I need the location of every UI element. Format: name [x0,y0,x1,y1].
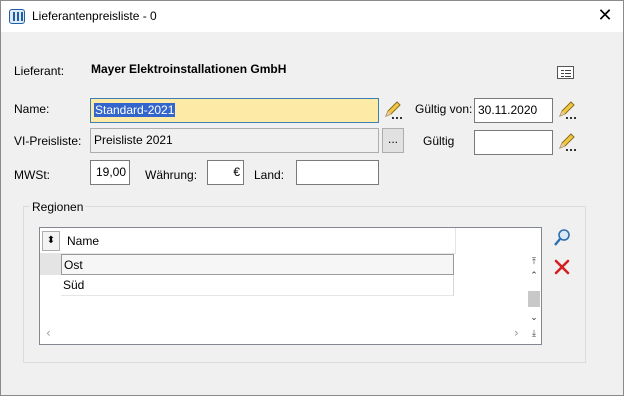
currency-label: Währung: [145,168,198,182]
scroll-left-icon[interactable]: ‹ [46,326,51,340]
country-input[interactable] [296,160,379,185]
valid-from-label: Gültig von: [415,102,473,116]
valid-to-label: Gültig [423,134,455,148]
vat-input[interactable]: 19,00 [90,160,130,185]
scroll-bottom-icon[interactable]: ⤓ [526,326,541,342]
table-row[interactable]: Ost [40,254,454,275]
currency-input[interactable]: € [207,160,244,185]
search-icon[interactable] [552,228,572,248]
window-title: Lieferantenpreisliste - 0 [32,9,157,23]
title-bar[interactable]: Lieferantenpreisliste - 0 ✕ [1,1,623,32]
pricelist-input[interactable]: Preisliste 2021 [90,128,379,153]
pricelist-label: VI-Preisliste: [14,134,82,148]
country-label: Land: [254,168,285,182]
pricelist-browse-button[interactable]: ... [382,128,404,153]
dialog-window: Lieferantenpreisliste - 0 ✕ Lieferant: M… [0,0,624,396]
name-input[interactable]: Standard-2021 [90,98,379,123]
name-label: Name: [14,102,50,116]
valid-to-input[interactable] [474,130,553,155]
row-selector[interactable] [40,275,61,296]
row-selector[interactable] [40,254,61,275]
grid-header: ⬍ Name [40,228,456,254]
scroll-right-icon[interactable]: › [514,326,519,340]
supplier-label: Lieferant: [14,64,65,78]
scroll-thumb[interactable] [528,291,540,307]
table-cell[interactable]: Ost [61,254,454,275]
regions-group-title: Regionen [30,200,86,214]
regions-grid[interactable]: ⬍ Name Ost Süd ⤒ ⌃ ⌄ ⤓ ‹ › [39,227,542,345]
pencil-edit-icon[interactable] [383,100,403,120]
table-cell[interactable]: Süd [61,275,454,296]
close-button[interactable]: ✕ [595,6,615,26]
scroll-up-icon[interactable]: ⌃ [526,268,541,284]
vat-label: MWSt: [14,168,50,182]
valid-from-input[interactable]: 30.11.2020 [474,98,553,123]
app-icon [9,9,25,24]
supplier-value: Mayer Elektroinstallationen GmbH [91,62,287,76]
delete-icon[interactable] [552,257,572,277]
pencil-edit-icon[interactable] [557,132,577,152]
scroll-down-icon[interactable]: ⌄ [526,310,541,326]
vertical-scrollbar[interactable]: ⤒ ⌃ ⌄ ⤓ [526,254,541,344]
card-view-icon[interactable] [557,66,574,79]
name-input-value: Standard-2021 [94,103,176,117]
table-row[interactable]: Süd [40,275,454,296]
pencil-edit-icon[interactable] [557,100,577,120]
column-header-name[interactable]: Name [62,228,456,254]
sort-icon[interactable]: ⬍ [42,231,60,251]
horizontal-scrollbar[interactable]: ‹ › [40,326,526,342]
